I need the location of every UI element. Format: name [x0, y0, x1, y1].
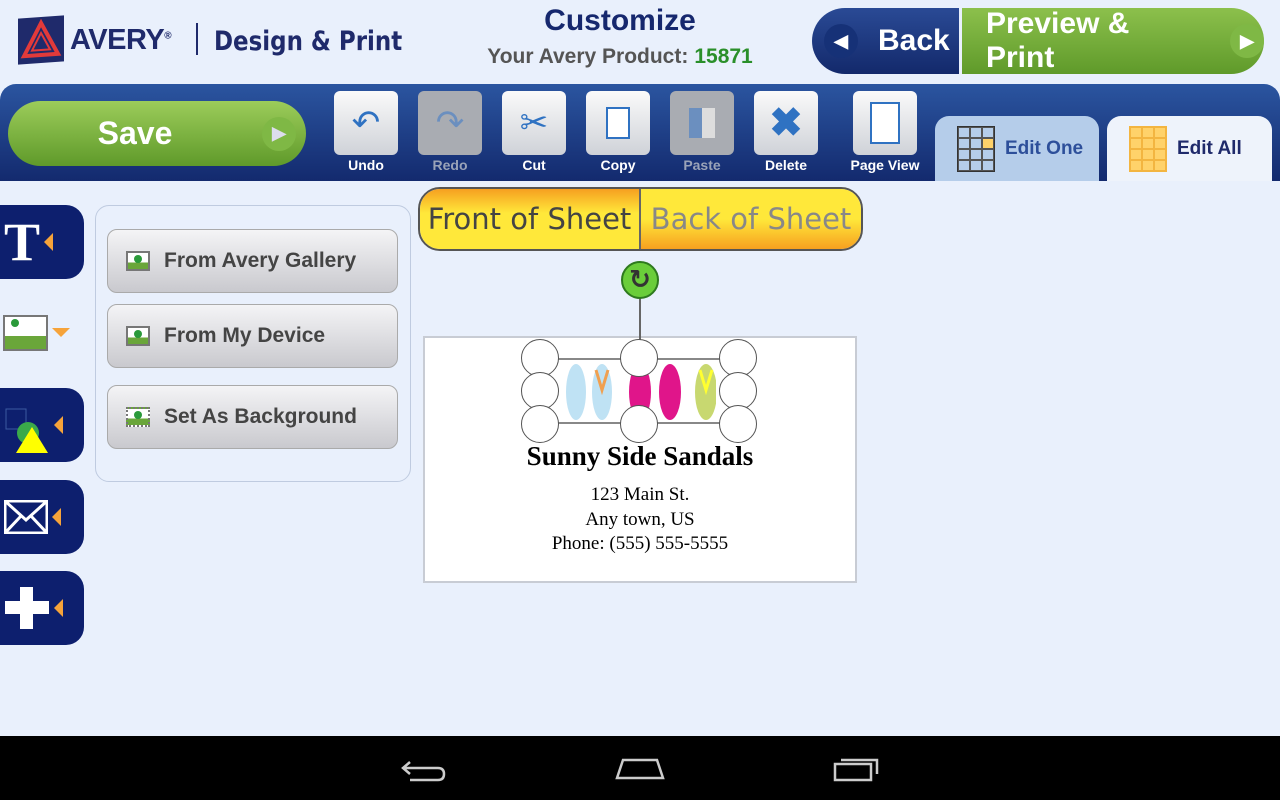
- avery-logo: [18, 15, 64, 65]
- image-icon: [3, 315, 48, 351]
- delete-label: Delete: [764, 157, 808, 173]
- add-icon: [5, 587, 49, 629]
- mail-icon: [4, 500, 48, 534]
- grid-all-icon: [1129, 125, 1167, 172]
- cut-label: Cut: [522, 157, 546, 173]
- caret-left-icon: [54, 416, 63, 434]
- shapes-tool-button[interactable]: [0, 388, 84, 462]
- back-button[interactable]: ◀ Back: [812, 8, 962, 74]
- page-title: Customize: [544, 4, 696, 37]
- tab-edit-all[interactable]: Edit All: [1107, 116, 1272, 181]
- from-avery-gallery-button[interactable]: From Avery Gallery: [107, 229, 398, 293]
- text-tool-button[interactable]: T: [0, 205, 84, 279]
- redo-icon: ↷: [435, 104, 465, 142]
- delete-button[interactable]: ✖: [754, 91, 818, 155]
- set-as-background-button[interactable]: Set As Background: [107, 385, 398, 449]
- image-icon: [126, 251, 150, 271]
- home-nav-icon[interactable]: [615, 756, 665, 782]
- image-tool-button[interactable]: [3, 315, 48, 351]
- from-my-device-button[interactable]: From My Device: [107, 304, 398, 368]
- paste-label: Paste: [683, 157, 721, 173]
- undo-button[interactable]: ↶: [334, 91, 398, 155]
- resize-handle[interactable]: [719, 405, 757, 443]
- caret-down-icon: [52, 328, 70, 337]
- grid-icon: [957, 125, 995, 172]
- caret-left-icon: [44, 233, 54, 251]
- resize-handle[interactable]: [521, 405, 559, 443]
- add-tool-button[interactable]: [0, 571, 84, 645]
- page-view-button[interactable]: [853, 91, 917, 155]
- card-title[interactable]: Sunny Side Sandals: [423, 441, 857, 472]
- product-number: 15871: [694, 45, 753, 68]
- text-icon: T: [4, 212, 41, 272]
- back-nav-icon[interactable]: [400, 756, 448, 782]
- resize-handle[interactable]: [620, 405, 658, 443]
- mail-tool-button[interactable]: [0, 480, 84, 554]
- tab-edit-one[interactable]: Edit One: [935, 116, 1099, 181]
- nav-pill: ◀ Back Preview & Print ▶: [812, 8, 1264, 74]
- undo-icon: ↶: [351, 104, 381, 142]
- paste-icon: [689, 108, 715, 138]
- page-view-label: Page View: [850, 157, 920, 173]
- shapes-icon: [5, 408, 48, 453]
- divider: [196, 23, 198, 55]
- image-icon: [126, 326, 150, 346]
- copy-label: Copy: [600, 157, 636, 173]
- chevron-right-icon: ▶: [1230, 24, 1264, 58]
- chevron-right-icon: ▶: [262, 116, 296, 151]
- system-nav-bar: [0, 736, 1280, 800]
- cut-button[interactable]: ✂: [502, 91, 566, 155]
- rotate-handle-icon[interactable]: ↻: [621, 261, 659, 299]
- card-address-line[interactable]: 123 Main St.: [423, 484, 857, 506]
- page-icon: [870, 102, 900, 144]
- copy-button[interactable]: [586, 91, 650, 155]
- delete-x-icon: ✖: [769, 101, 803, 145]
- product-info: Your Avery Product: 15871: [487, 45, 753, 68]
- sheet-toggle: Front of Sheet Back of Sheet: [418, 187, 863, 251]
- recents-nav-icon[interactable]: [833, 756, 881, 782]
- card-address-line[interactable]: Any town, US: [423, 509, 857, 531]
- paste-button[interactable]: [670, 91, 734, 155]
- undo-label: Undo: [348, 157, 384, 173]
- card-phone-line[interactable]: Phone: (555) 555-5555: [423, 533, 857, 555]
- caret-left-icon: [52, 508, 61, 526]
- caret-left-icon: [54, 599, 63, 617]
- front-of-sheet-tab[interactable]: Front of Sheet: [420, 189, 641, 249]
- resize-handle[interactable]: [620, 339, 658, 377]
- back-of-sheet-tab[interactable]: Back of Sheet: [641, 189, 861, 249]
- save-button[interactable]: Save ▶: [8, 101, 306, 166]
- scissors-icon: ✂: [519, 104, 549, 142]
- preview-print-button[interactable]: Preview & Print ▶: [962, 8, 1264, 74]
- app-name: Design & Print: [214, 26, 403, 57]
- brand-name: AVERY®: [70, 24, 172, 56]
- copy-icon: [606, 107, 630, 139]
- background-icon: [126, 407, 150, 427]
- redo-button[interactable]: ↷: [418, 91, 482, 155]
- redo-label: Redo: [432, 157, 468, 173]
- chevron-left-icon: ◀: [824, 24, 858, 58]
